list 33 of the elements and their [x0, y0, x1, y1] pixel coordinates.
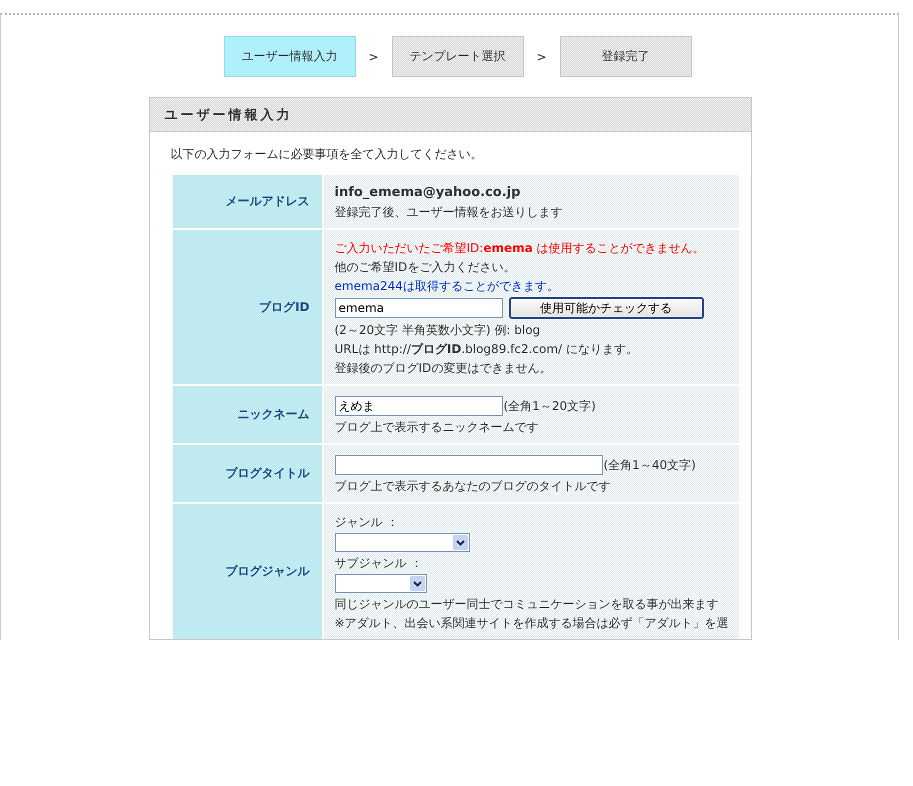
step-separator: >	[535, 50, 548, 64]
genre-dropdown[interactable]	[334, 574, 426, 593]
text-field[interactable]	[334, 455, 602, 475]
length-hint: (全角1～40文字)	[604, 457, 696, 473]
check-availability-button[interactable]: 使用可能かチェックする	[508, 297, 704, 319]
field-label: ブログタイトル	[172, 445, 322, 502]
genre-dropdown[interactable]	[334, 533, 470, 552]
hint-text: URLは http://ブログID.blog89.fc2.com/ になります。	[334, 341, 639, 357]
field-label: メールアドレス	[172, 175, 322, 228]
field-label: ブログジャンル	[172, 504, 322, 639]
text-field[interactable]: えめま	[334, 396, 502, 416]
available-id-message: emema244は取得することができます。	[334, 278, 560, 294]
hint-text: 登録後のブログIDの変更はできません。	[334, 360, 552, 376]
instruction-text: 他のご希望IDをご入力ください。	[334, 259, 516, 275]
step-separator: >	[367, 50, 380, 64]
field-note: ブログ上で表示するあなたのブログのタイトルです	[334, 478, 612, 494]
length-hint: (全角1～20文字)	[504, 398, 596, 414]
genre-note: 同じジャンルのユーザー同士でコミュニケーションを取る事が出来ます	[334, 596, 720, 612]
chevron-down-icon	[456, 540, 464, 546]
hint-text: (2～20文字 半角英数小文字) 例: blog	[334, 322, 542, 338]
blog-id-field[interactable]: emema	[334, 298, 502, 318]
field-label: ブログID	[172, 230, 322, 384]
select-label: ジャンル ：	[334, 514, 400, 530]
email-address: info_emema@yahoo.co.jp	[334, 185, 522, 201]
intro-text: 以下の入力フォームに必要事項を全て入力してください。	[170, 146, 484, 163]
email-note: 登録完了後、ユーザー情報をお送りします	[334, 204, 564, 220]
chevron-down-icon	[412, 580, 422, 586]
panel-title: ユーザー情報入力	[150, 98, 750, 132]
select-label: サブジャンル ：	[334, 555, 424, 571]
field-label: ニックネーム	[172, 386, 322, 443]
genre-note: ※アダルト、出会い系関連サイトを作成する場合は必ず「アダルト」を選	[334, 615, 729, 631]
field-note: ブログ上で表示するニックネームです	[334, 419, 540, 435]
error-message: ご入力いただいたご希望ID:emema は使用することができません。	[334, 240, 706, 256]
